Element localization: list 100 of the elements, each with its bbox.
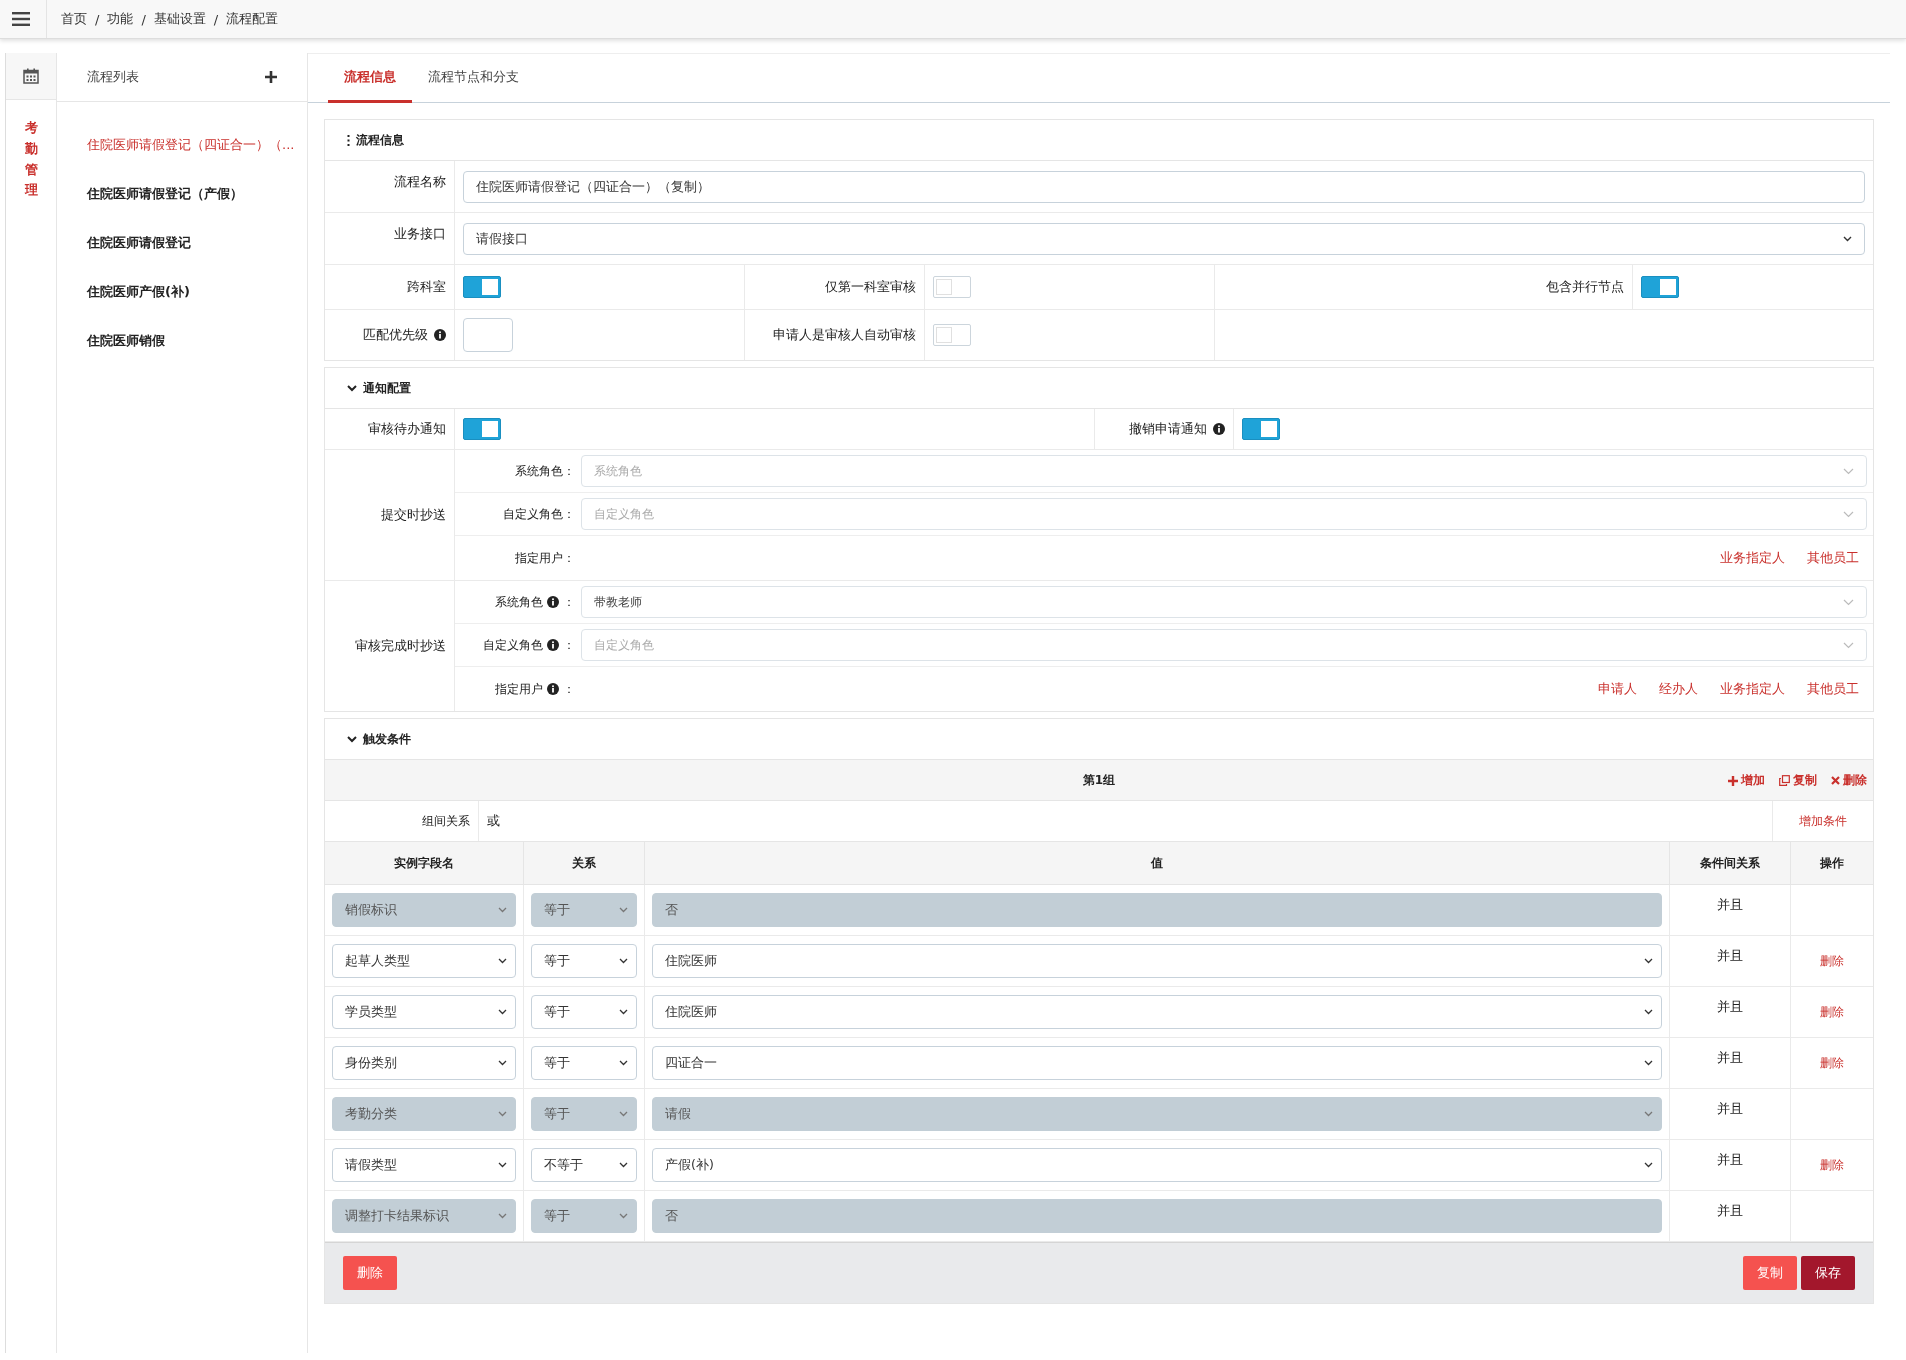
caret-icon	[619, 1213, 628, 1219]
field-select[interactable]: 请假类型	[332, 1148, 516, 1182]
caret-icon	[1644, 1009, 1653, 1015]
operator-select[interactable]: 等于	[531, 1046, 637, 1080]
breadcrumb-separator: /	[141, 11, 146, 27]
info-icon	[1213, 423, 1225, 435]
delete-link[interactable]: 删除	[1820, 1004, 1844, 1019]
colon: ：	[563, 593, 575, 611]
field-label: 自定义角色	[483, 636, 543, 654]
table-cell: 并且	[1717, 948, 1743, 963]
field-select[interactable]: 学员类型	[332, 995, 516, 1029]
tab[interactable]: 流程信息	[328, 54, 412, 103]
breadcrumb-item[interactable]: 基础设置	[153, 10, 206, 28]
flow-list-item[interactable]: 住院医师请假登记（四证合一）（...	[57, 120, 307, 169]
toggle-label: 审核待办通知	[368, 420, 446, 438]
caret-icon	[1843, 641, 1854, 649]
group-action-link[interactable]: 复制	[1779, 772, 1817, 789]
user-link[interactable]: 其他员工	[1807, 680, 1859, 698]
flow-list-item[interactable]: 住院医师产假(补)	[57, 267, 307, 316]
field-select[interactable]: 身份类别	[332, 1046, 516, 1080]
plus-icon[interactable]	[265, 71, 277, 83]
menu-icon[interactable]	[12, 12, 30, 26]
add-condition-link[interactable]: 增加条件	[1799, 812, 1847, 830]
table-cell: 并且	[1717, 1101, 1743, 1116]
value-select[interactable]: 产假(补)	[652, 1148, 1662, 1182]
user-link[interactable]: 业务指定人	[1720, 680, 1785, 698]
toggle-switch[interactable]	[1242, 418, 1280, 440]
breadcrumb-separator: /	[213, 11, 219, 27]
operator-select[interactable]: 等于	[531, 995, 637, 1029]
toggle-label: 跨科室	[407, 278, 446, 296]
section-title: 流程信息	[356, 131, 404, 149]
save-button[interactable]: 保存	[1801, 1256, 1855, 1290]
caret-icon	[619, 1060, 628, 1066]
flow-list-item[interactable]: 住院医师销假	[57, 316, 307, 365]
field-label: 业务接口	[394, 225, 446, 243]
copy-button[interactable]: 复制	[1743, 1256, 1797, 1290]
field-select[interactable]: 起草人类型	[332, 944, 516, 978]
user-link[interactable]: 申请人	[1598, 680, 1637, 698]
column-header: 实例字段名	[325, 842, 524, 885]
field-label: 提交时抄送	[381, 506, 446, 524]
group-action-link[interactable]: 增加	[1728, 772, 1765, 789]
close-icon	[1831, 776, 1840, 785]
caret-icon	[1843, 235, 1852, 242]
list-title: 流程列表	[87, 68, 139, 86]
field-label: 匹配优先级	[363, 326, 428, 344]
tab[interactable]: 流程节点和分支	[412, 54, 535, 103]
toggle-label: 仅第一科室审核	[825, 278, 916, 296]
info-icon	[547, 596, 559, 608]
column-header: 条件间关系	[1669, 842, 1791, 885]
delete-button[interactable]: 删除	[343, 1256, 397, 1290]
colon: ：	[563, 636, 575, 654]
side-menu-item[interactable]: 考勤管理	[24, 118, 38, 202]
calendar-icon[interactable]	[23, 68, 39, 84]
operator-select[interactable]: 等于	[531, 944, 637, 978]
text-field[interactable]: 住院医师请假登记（四证合一）（复制）	[463, 170, 1865, 203]
user-link[interactable]: 经办人	[1659, 680, 1698, 698]
caret-icon	[1644, 1111, 1653, 1117]
delete-link[interactable]: 删除	[1820, 953, 1844, 968]
caret-icon	[498, 1009, 507, 1015]
group-action-link[interactable]: 删除	[1831, 772, 1867, 789]
vertical-dots-icon	[347, 134, 350, 146]
breadcrumb-item: 流程配置	[226, 10, 279, 28]
toggle-switch[interactable]	[463, 276, 501, 298]
caret-icon	[498, 1060, 507, 1066]
number-field[interactable]	[463, 318, 513, 352]
field-label: 流程名称	[394, 173, 446, 191]
select-field[interactable]: 请假接口	[463, 222, 1865, 255]
table-cell: 并且	[1717, 999, 1743, 1014]
value-select[interactable]: 住院医师	[652, 944, 1662, 978]
breadcrumb-item[interactable]: 功能	[107, 10, 134, 28]
table-cell: 并且	[1717, 1203, 1743, 1218]
caret-icon	[498, 907, 507, 913]
caret-icon	[619, 1162, 628, 1168]
copy-icon	[1779, 775, 1790, 786]
toggle-label: 撤销申请通知	[1129, 420, 1207, 438]
select-field[interactable]: 带教老师	[581, 586, 1867, 618]
user-link[interactable]: 业务指定人	[1720, 549, 1785, 567]
flow-list-item[interactable]: 住院医师请假登记（产假）	[57, 169, 307, 218]
delete-link[interactable]: 删除	[1820, 1055, 1844, 1070]
section-header[interactable]: 通知配置	[325, 368, 1873, 409]
field-label: 系统角色	[495, 593, 543, 611]
field-label: 指定用户	[495, 680, 543, 698]
flow-list-item[interactable]: 住院医师请假登记	[57, 218, 307, 267]
caret-icon	[619, 1009, 628, 1015]
value-select[interactable]: 住院医师	[652, 995, 1662, 1029]
value-select[interactable]: 四证合一	[652, 1046, 1662, 1080]
table-cell: 并且	[1717, 897, 1743, 912]
field-label: 自定义角色：	[503, 505, 575, 523]
operator-select[interactable]: 不等于	[531, 1148, 637, 1182]
toggle-switch[interactable]	[1641, 276, 1679, 298]
toggle-switch[interactable]	[463, 418, 501, 440]
breadcrumb-item[interactable]: 首页	[61, 10, 87, 28]
column-header: 关系	[523, 842, 645, 885]
caret-icon	[498, 1213, 507, 1219]
caret-icon	[1644, 1060, 1653, 1066]
caret-icon	[1843, 510, 1854, 518]
user-link[interactable]: 其他员工	[1807, 549, 1859, 567]
delete-link[interactable]: 删除	[1820, 1157, 1844, 1172]
breadcrumb-separator: /	[95, 11, 100, 27]
table-cell: 并且	[1717, 1050, 1743, 1065]
